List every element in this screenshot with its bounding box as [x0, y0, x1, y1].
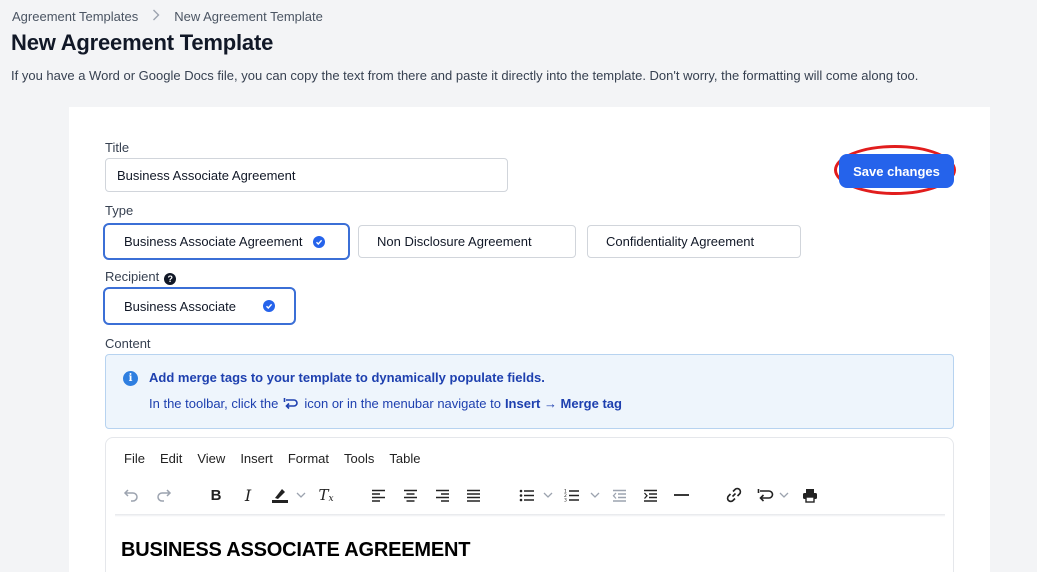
info-title: Add merge tags to your template to dynam… — [149, 370, 545, 385]
page-title: New Agreement Template — [11, 30, 274, 55]
align-right-icon[interactable] — [433, 485, 451, 505]
recipient-label-text: Recipient — [105, 269, 160, 284]
type-option-label: Non Disclosure Agreement — [377, 234, 532, 249]
chevron-down-icon[interactable] — [589, 485, 601, 505]
menu-format[interactable]: Format — [288, 451, 329, 466]
redo-icon[interactable] — [155, 485, 173, 505]
info-text-prefix: In the toolbar, click the — [149, 396, 279, 411]
outdent-icon[interactable] — [610, 485, 628, 505]
print-icon[interactable] — [801, 485, 819, 505]
merge-tag-info-box: i Add merge tags to your template to dyn… — [105, 354, 954, 429]
info-icon: i — [123, 371, 138, 386]
breadcrumb: Agreement Templates New Agreement Templa… — [12, 8, 323, 24]
text-color-icon[interactable] — [269, 485, 291, 505]
editor-menubar: File Edit View Insert Format Tools Table — [124, 451, 435, 466]
menu-edit[interactable]: Edit — [160, 451, 182, 466]
check-circle-icon — [312, 235, 325, 248]
type-label: Type — [105, 203, 134, 218]
recipient-option-business-associate[interactable]: Business Associate — [103, 287, 296, 325]
link-icon[interactable] — [725, 485, 743, 505]
menu-tools[interactable]: Tools — [344, 451, 374, 466]
menu-table[interactable]: Table — [389, 451, 420, 466]
numbered-list-icon[interactable]: 123 — [563, 485, 581, 505]
align-left-icon[interactable] — [369, 485, 387, 505]
document-heading[interactable]: BUSINESS ASSOCIATE AGREEMENT — [121, 539, 470, 562]
toolbar-divider — [115, 514, 945, 517]
rich-text-editor: File Edit View Insert Format Tools Table… — [105, 437, 954, 572]
bold-icon[interactable]: B — [207, 485, 225, 505]
type-option-label: Confidentiality Agreement — [606, 234, 755, 249]
type-option-non-disclosure-agreement[interactable]: Non Disclosure Agreement — [358, 225, 576, 258]
title-input[interactable]: Business Associate Agreement — [105, 158, 508, 192]
save-changes-button[interactable]: Save changes — [839, 154, 954, 188]
breadcrumb-current: New Agreement Template — [174, 8, 323, 24]
title-label: Title — [105, 140, 130, 155]
type-option-business-associate-agreement[interactable]: Business Associate Agreement — [103, 223, 350, 260]
breadcrumb-link-agreement-templates[interactable]: Agreement Templates — [12, 9, 138, 24]
chevron-down-icon[interactable] — [778, 485, 790, 505]
info-instructions: In the toolbar, click the icon or in the… — [149, 396, 622, 411]
clear-formatting-icon[interactable]: Tx — [317, 485, 335, 505]
type-option-label: Business Associate Agreement — [124, 234, 303, 249]
help-icon[interactable]: ? — [164, 273, 177, 285]
recipient-label: Recipient? — [105, 269, 177, 285]
horizontal-line-icon[interactable] — [672, 485, 690, 505]
align-justify-icon[interactable] — [464, 485, 482, 505]
editor-toolbar: B I Tx 1 2 3 — [106, 478, 955, 514]
chevron-down-icon[interactable] — [295, 485, 307, 505]
chevron-right-icon — [152, 8, 160, 24]
page-subtitle: If you have a Word or Google Docs file, … — [11, 68, 919, 83]
template-form-card: Title Business Associate Agreement Save … — [69, 107, 990, 572]
merge-tag-icon — [283, 397, 299, 411]
undo-icon[interactable] — [122, 485, 140, 505]
indent-icon[interactable] — [641, 485, 659, 505]
check-circle-icon — [263, 300, 276, 312]
menu-insert[interactable]: Insert — [240, 451, 273, 466]
italic-icon[interactable]: I — [239, 485, 257, 505]
title-input-value: Business Associate Agreement — [117, 167, 296, 183]
recipient-option-label: Business Associate — [124, 298, 237, 314]
type-option-confidentiality-agreement[interactable]: Confidentiality Agreement — [587, 225, 801, 258]
align-center-icon[interactable] — [401, 485, 419, 505]
merge-tag-icon[interactable] — [756, 485, 776, 505]
info-text-middle: icon or in the menubar navigate to — [304, 396, 501, 411]
bullet-list-icon[interactable] — [518, 485, 536, 505]
content-label: Content — [105, 336, 151, 351]
menu-view[interactable]: View — [197, 451, 225, 466]
chevron-down-icon[interactable] — [542, 485, 554, 505]
info-menu-path: Insert → Merge tag — [504, 396, 622, 411]
menu-file[interactable]: File — [124, 451, 145, 466]
svg-text:3: 3 — [564, 498, 567, 503]
